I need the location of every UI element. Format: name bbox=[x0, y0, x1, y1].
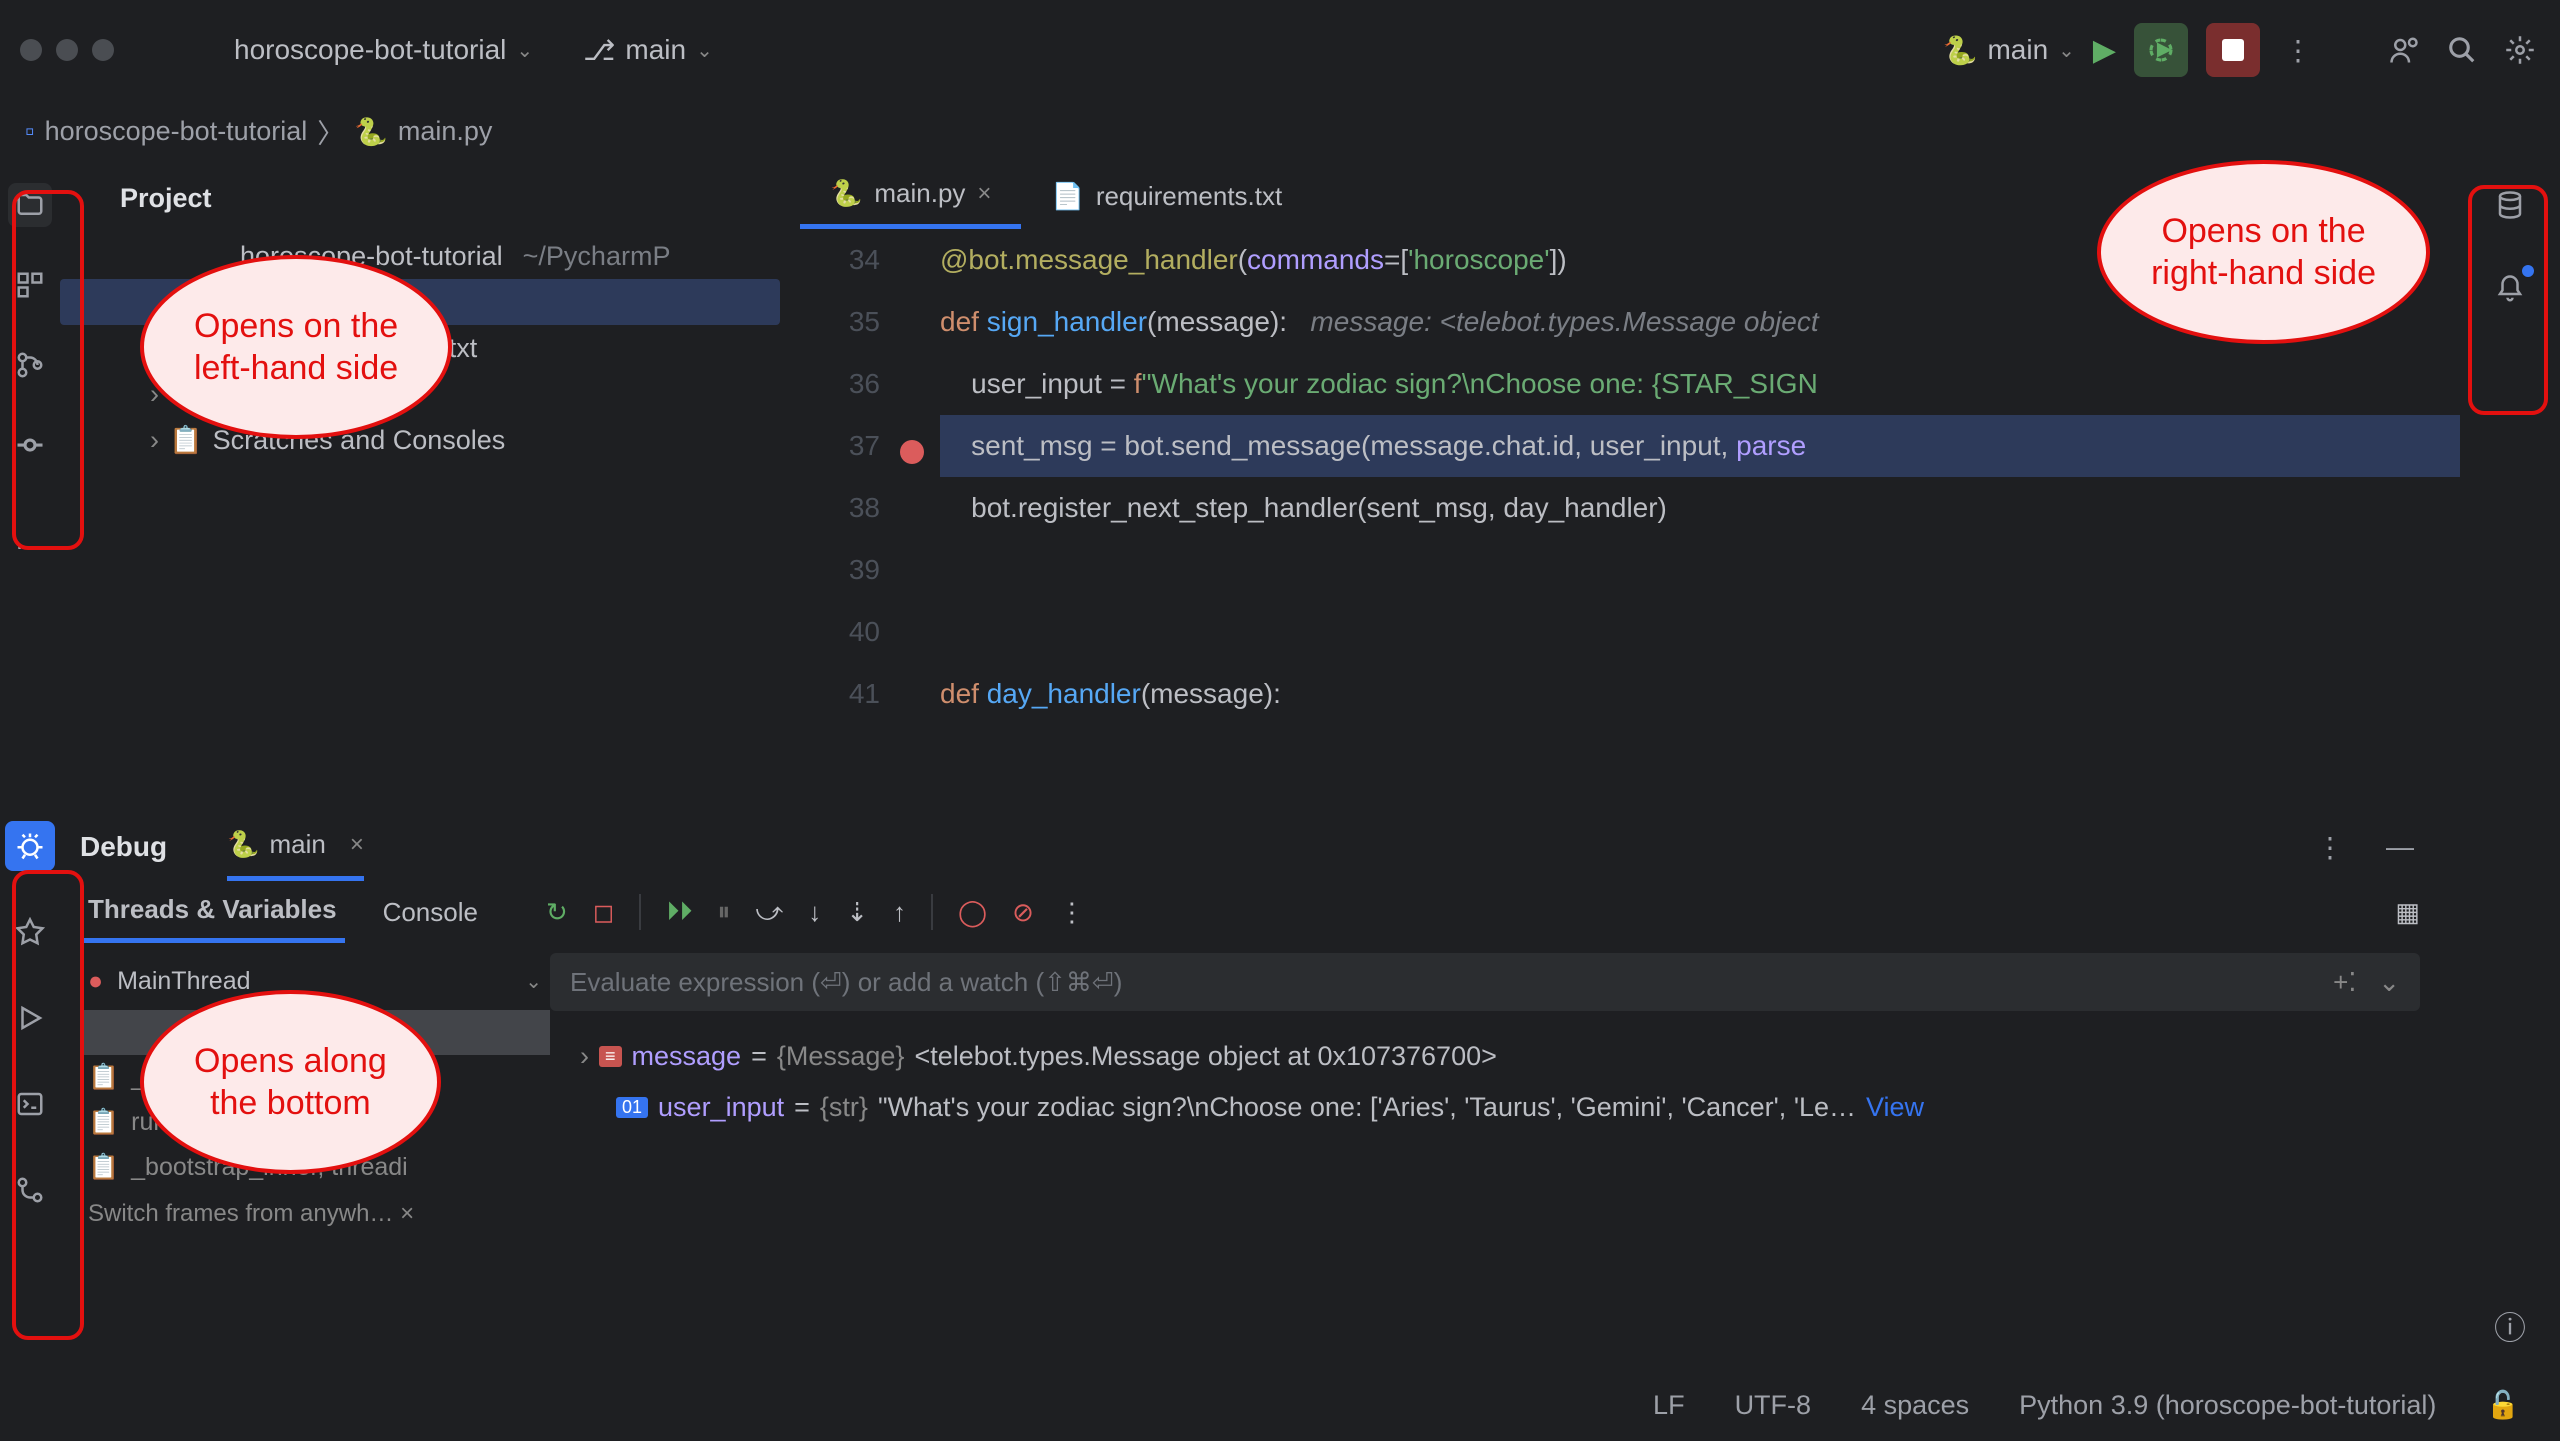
tab-label: requirements.txt bbox=[1096, 181, 1282, 212]
project-name: horoscope-bot-tutorial bbox=[234, 34, 506, 66]
mute-breakpoints-icon[interactable]: ⊘ bbox=[1012, 897, 1034, 928]
close-icon[interactable]: × bbox=[350, 831, 364, 859]
run-button[interactable]: ▶ bbox=[2093, 33, 2116, 68]
frame-tip: Switch frames from anywh… × bbox=[80, 1190, 550, 1238]
search-icon[interactable] bbox=[2442, 30, 2482, 70]
debug-session-tab[interactable]: 🐍main× bbox=[227, 813, 364, 881]
annotation-callout-bottom: Opens along the bottom bbox=[140, 990, 441, 1174]
tab-requirements[interactable]: 📄requirements.txt bbox=[1021, 163, 1312, 229]
rerun-icon[interactable]: ↻ bbox=[546, 897, 568, 928]
stop-button[interactable] bbox=[2206, 23, 2260, 77]
threads-variables-tab[interactable]: Threads & Variables bbox=[80, 881, 345, 943]
annotation-callout-right: Opens on the right-hand side bbox=[2097, 160, 2430, 344]
view-breakpoints-icon[interactable]: ◯ bbox=[958, 897, 987, 928]
branch-icon: ⎇ bbox=[583, 34, 615, 67]
variables-panel: Evaluate expression (⏎) or add a watch (… bbox=[550, 943, 2460, 1369]
python-icon: 🐍 bbox=[1943, 34, 1978, 67]
status-bar: LF UTF-8 4 spaces Python 3.9 (horoscope-… bbox=[0, 1369, 2560, 1441]
more-icon[interactable]: ⋮ bbox=[1059, 897, 1085, 928]
project-selector[interactable]: horoscope-bot-tutorial ⌄ bbox=[234, 34, 533, 66]
run-config-name: main bbox=[1987, 34, 2048, 66]
chevron-down-icon: ⌄ bbox=[696, 38, 713, 63]
debug-header: Debug 🐍main× ⋮ — bbox=[80, 813, 2460, 881]
tab-main-py[interactable]: 🐍main.py× bbox=[800, 163, 1021, 229]
breadcrumb-file[interactable]: main.py bbox=[398, 116, 493, 147]
debug-tool-icon[interactable] bbox=[5, 821, 55, 871]
breakpoint-icon[interactable] bbox=[900, 440, 924, 464]
step-out-icon[interactable]: ↑ bbox=[893, 897, 906, 928]
close-icon[interactable]: × bbox=[977, 180, 991, 208]
problems-icon[interactable]: ⓘ bbox=[2494, 1303, 2526, 1349]
more-icon[interactable]: ⋮ bbox=[2278, 30, 2318, 70]
breadcrumb-root[interactable]: horoscope-bot-tutorial bbox=[45, 116, 308, 147]
branch-name: main bbox=[625, 34, 686, 66]
debug-button[interactable] bbox=[2134, 23, 2188, 77]
variable-row[interactable]: 01user_input = {str} "What's your zodiac… bbox=[550, 1082, 2420, 1133]
breadcrumb: ▫ horoscope-bot-tutorial 〉 🐍 main.py bbox=[0, 100, 2560, 163]
project-sidebar: Project horoscope-bot-tutorial ~/Pycharm… bbox=[60, 163, 800, 813]
more-icon[interactable]: ⋮ bbox=[2310, 827, 2350, 867]
interpreter[interactable]: Python 3.9 (horoscope-bot-tutorial) bbox=[2019, 1390, 2436, 1421]
line-separator[interactable]: LF bbox=[1653, 1390, 1685, 1421]
lock-icon[interactable]: 🔓 bbox=[2486, 1389, 2520, 1421]
step-into-icon[interactable]: ↓ bbox=[808, 897, 821, 928]
evaluate-input[interactable]: Evaluate expression (⏎) or add a watch (… bbox=[550, 953, 2420, 1011]
debug-title: Debug bbox=[80, 831, 167, 863]
chevron-down-icon: ⌄ bbox=[516, 38, 533, 63]
resume-icon[interactable]: ⏵⏵ bbox=[666, 896, 692, 928]
sidebar-title: Project bbox=[110, 183, 790, 234]
chevron-down-icon: ⌄ bbox=[2058, 38, 2075, 63]
view-link[interactable]: View bbox=[1866, 1092, 1924, 1123]
annotation-highlight-left bbox=[12, 190, 84, 550]
step-over-icon[interactable]: ⤻ bbox=[755, 896, 783, 928]
debug-toolbar: Threads & Variables Console ↻ ◻ ⏵⏵ ⏸ ⤻ ↓… bbox=[80, 881, 2460, 943]
annotation-highlight-right bbox=[2468, 185, 2548, 415]
annotation-highlight-bottom bbox=[12, 870, 84, 1340]
layout-icon[interactable]: ▦ bbox=[2395, 897, 2420, 927]
pause-icon[interactable]: ⏸ bbox=[717, 896, 730, 928]
stop-icon[interactable]: ◻ bbox=[593, 897, 615, 928]
settings-icon[interactable] bbox=[2500, 30, 2540, 70]
window-controls[interactable] bbox=[20, 39, 114, 61]
tab-label: main.py bbox=[874, 178, 965, 209]
annotation-callout-left: Opens on the left-hand side bbox=[140, 255, 452, 439]
top-toolbar: horoscope-bot-tutorial ⌄ ⎇ main ⌄ 🐍 main… bbox=[0, 0, 2560, 100]
branch-selector[interactable]: ⎇ main ⌄ bbox=[583, 34, 713, 67]
line-gutter[interactable]: 3435363738394041 bbox=[800, 229, 910, 813]
step-into-my-icon[interactable]: ⇣ bbox=[846, 897, 868, 928]
encoding[interactable]: UTF-8 bbox=[1735, 1390, 1812, 1421]
console-tab[interactable]: Console bbox=[375, 897, 486, 928]
variable-row[interactable]: ›≡message = {Message} <telebot.types.Mes… bbox=[550, 1031, 2420, 1082]
run-config-selector[interactable]: 🐍 main ⌄ bbox=[1943, 34, 2075, 67]
debug-tab-label: main bbox=[269, 829, 325, 860]
python-icon: 🐍 bbox=[354, 116, 388, 148]
minimize-icon[interactable]: — bbox=[2380, 827, 2420, 867]
code-with-me-icon[interactable] bbox=[2384, 30, 2424, 70]
indent[interactable]: 4 spaces bbox=[1861, 1390, 1969, 1421]
